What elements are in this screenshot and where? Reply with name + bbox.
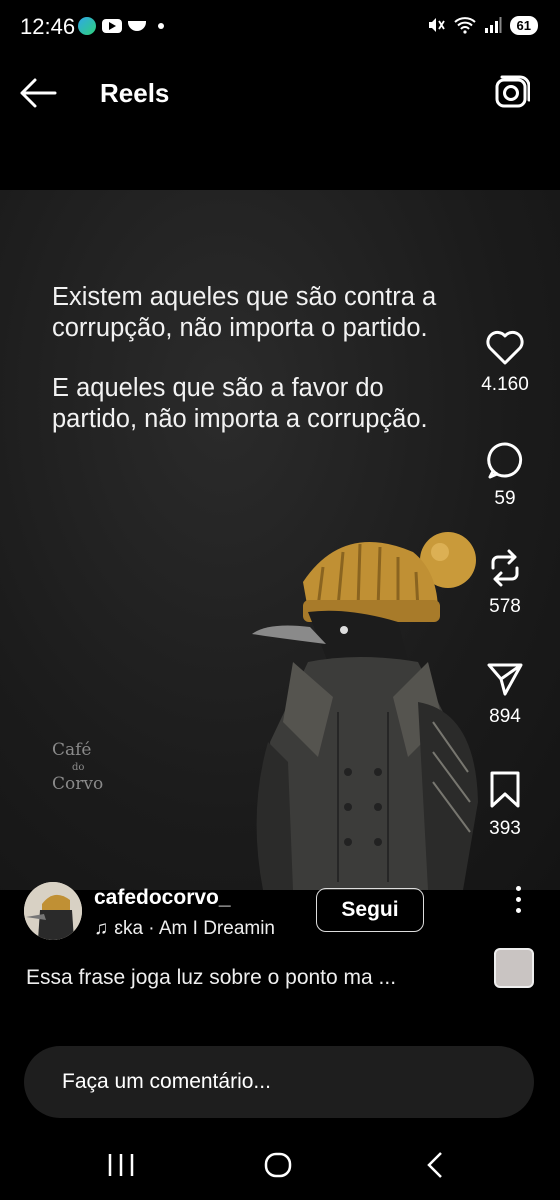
app-icon [128,21,146,31]
page-title: Reels [100,78,170,108]
battery-indicator: 61 [509,15,538,35]
quote-line-1: Existem aqueles que são contra a corrupç… [52,283,437,342]
bookmark-icon[interactable] [487,770,523,810]
reel-caption[interactable]: Essa frase joga luz sobre o ponto ma ... [26,966,396,990]
reels-header: Reels [0,60,560,130]
comment-count: 59 [494,488,516,509]
brand-watermark: Café do Corvo [52,742,103,793]
back-arrow-icon[interactable] [18,76,58,110]
music-note-icon: ♫ [94,918,109,939]
repost-action: 578 [450,548,560,618]
author-row: cafedocorvo_ ♫ ɛka · Am I Dreamin Segui [0,880,560,950]
reel-quote: Existem aqueles que são contra a corrupç… [52,282,452,464]
recent-apps-icon[interactable] [96,1148,146,1182]
status-system-icons: 61 [426,15,538,35]
save-action: 393 [450,770,560,840]
brand-top: Café [52,740,92,760]
avatar[interactable] [24,882,82,940]
camera-icon[interactable] [494,74,530,110]
comment-box [24,1046,534,1118]
crow-illustration [252,532,478,890]
music-title: ɛka · Am I Dreamin [114,918,275,939]
comment-action: 59 [450,440,560,510]
brand-bottom: Corvo [52,774,104,794]
repost-icon[interactable] [485,548,525,588]
back-nav-icon[interactable] [410,1148,460,1182]
like-count: 4.160 [481,374,529,395]
home-icon[interactable] [253,1148,303,1182]
save-count: 393 [489,818,521,839]
edge-icon [78,17,96,35]
reel-video[interactable]: Existem aqueles que são contra a corrupç… [0,190,560,890]
comment-input[interactable] [24,1046,534,1118]
system-navigation-bar [0,1130,560,1200]
like-action: 4.160 [450,330,560,396]
more-options-icon[interactable] [514,886,522,918]
signal-icon [484,17,502,33]
share-action: 894 [450,660,560,728]
mute-icon [428,18,445,32]
quote-line-2: E aqueles que são a favor do partido, nã… [52,374,428,433]
crow-avatar-icon [24,882,82,940]
youtube-icon [102,19,122,33]
wifi-icon [453,17,476,34]
status-app-icons [78,17,164,35]
repost-count: 578 [489,596,521,617]
status-bar: 12:46 61 [0,0,560,56]
notification-dot-icon [158,23,164,29]
comment-icon[interactable] [485,440,525,480]
music-label[interactable]: ♫ ɛka · Am I Dreamin [94,918,275,940]
share-count: 894 [489,706,521,727]
follow-button[interactable]: Segui [316,888,424,932]
heart-icon[interactable] [485,330,525,366]
username[interactable]: cafedocorvo_ [94,886,231,910]
send-icon[interactable] [485,660,525,698]
music-thumbnail[interactable] [494,948,534,988]
status-time: 12:46 [20,14,76,39]
